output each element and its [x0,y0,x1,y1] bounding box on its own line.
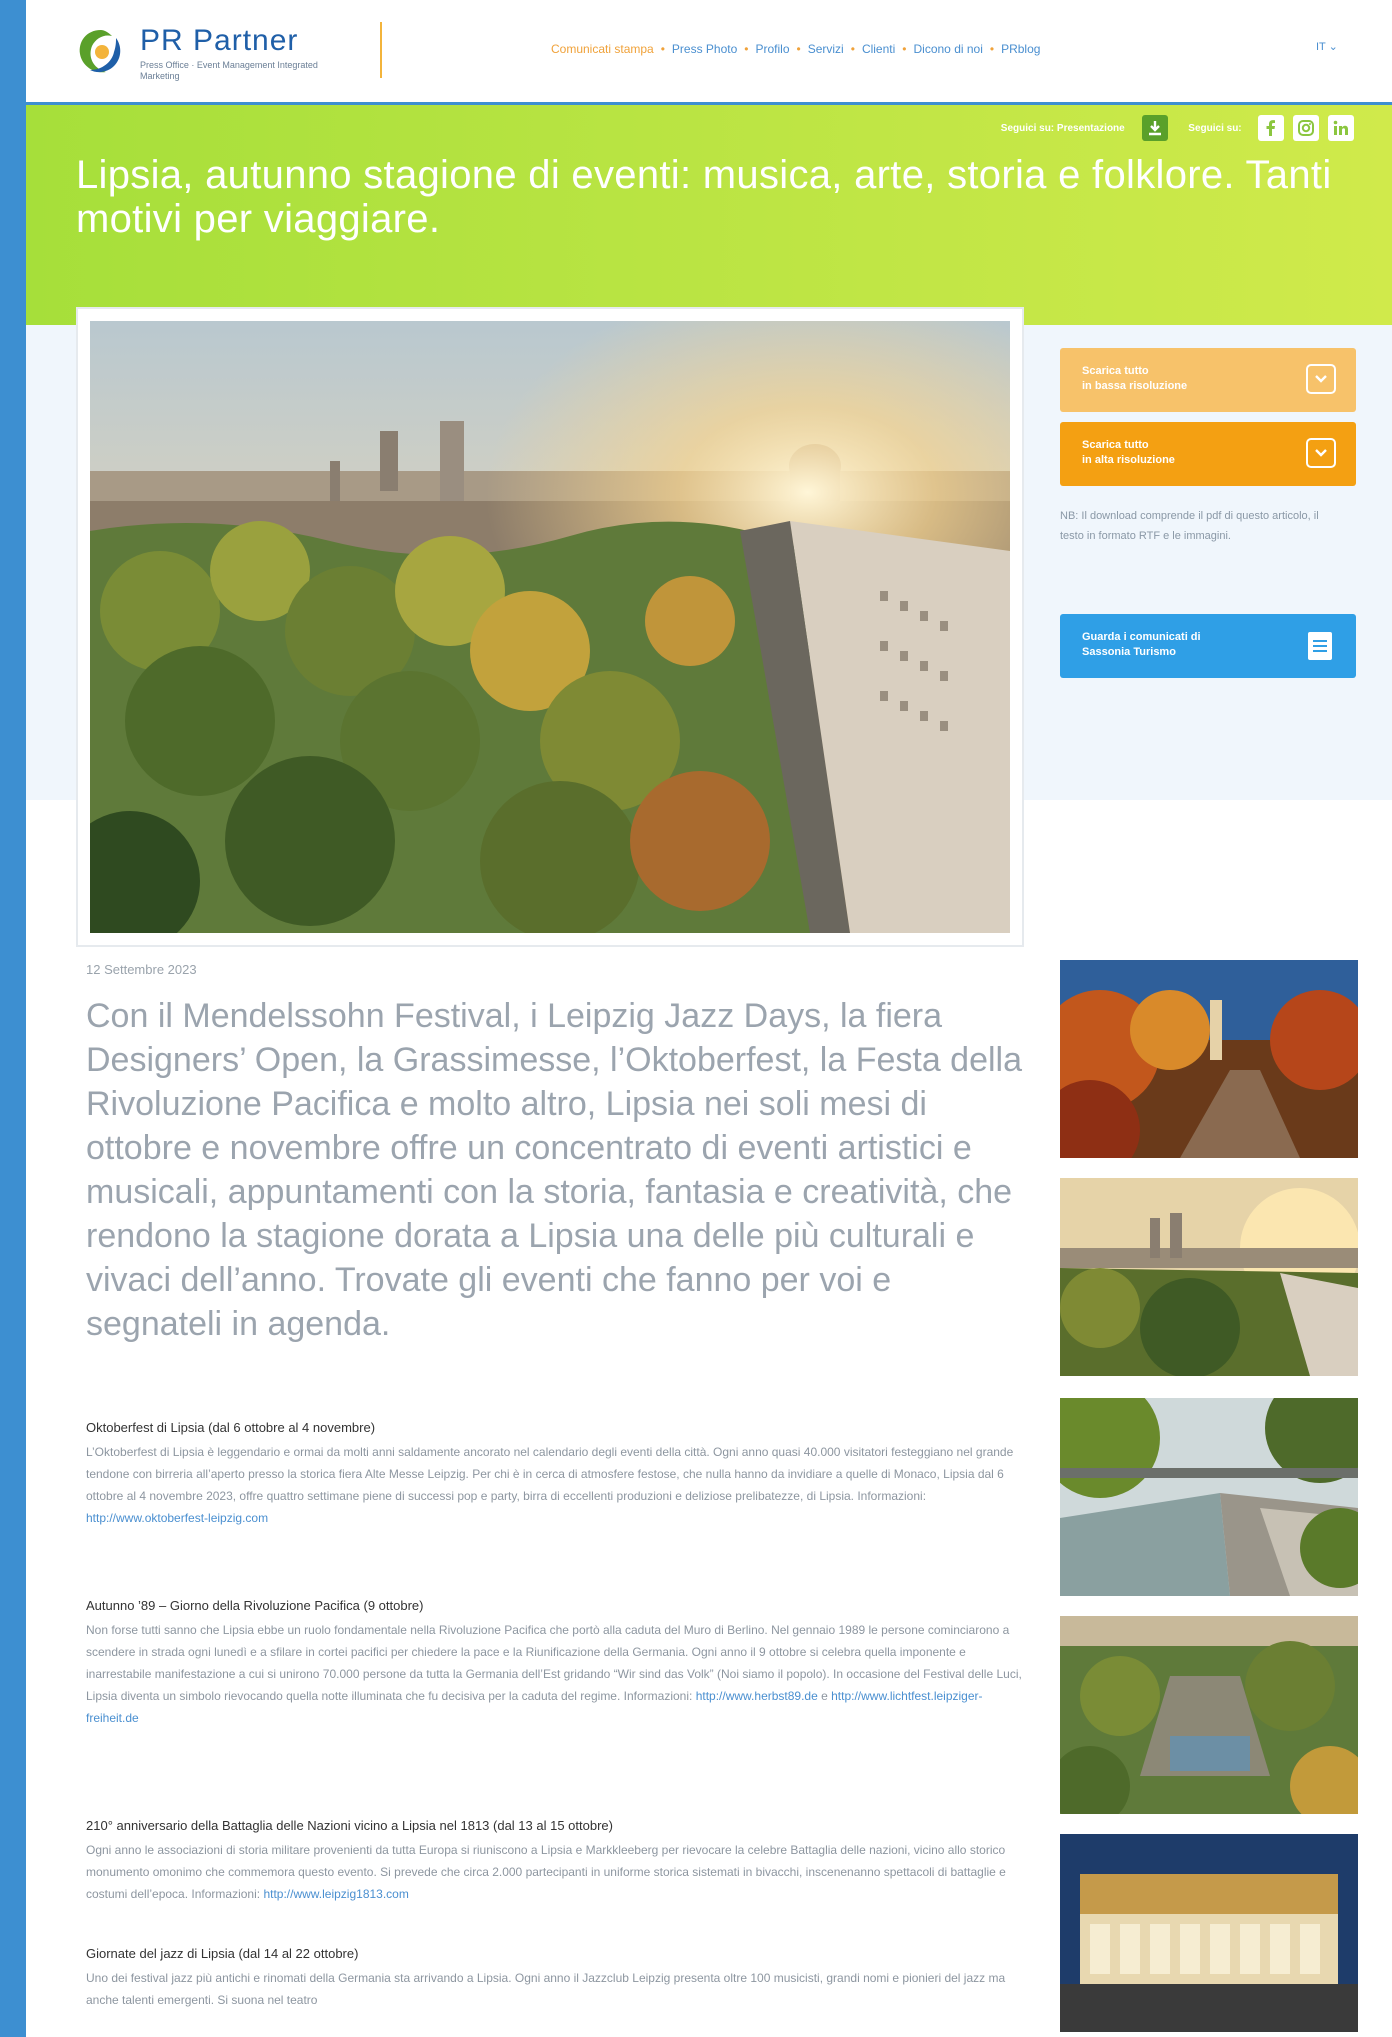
section-body: Non forse tutti sanno che Lipsia ebbe un… [86,1623,1022,1725]
nav-separator: • [660,42,665,56]
article-section: Autunno ’89 – Giorno della Rivoluzione P… [86,1598,1030,1729]
nav-item-clienti[interactable]: Clienti [862,42,895,56]
follow-bar: Seguici su: Presentazione Seguici su: [1001,115,1354,145]
facebook-icon[interactable] [1258,115,1285,141]
section-heading: Oktoberfest di Lipsia (dal 6 ottobre al … [86,1420,376,1435]
section-text: Ogni anno le associazioni di storia mili… [86,1843,1006,1901]
hero-band: Seguici su: Presentazione Seguici su: Li… [26,105,1392,325]
gallery-thumbnail[interactable] [1060,1398,1358,1596]
section-heading: Autunno ’89 – Giorno della Rivoluzione P… [86,1598,424,1613]
download-presentation-icon[interactable] [1141,115,1168,141]
nav-separator: • [902,42,907,56]
document-icon [1308,632,1332,660]
logo[interactable]: PR Partner Press Office · Event Manageme… [76,24,416,84]
download-icon [1306,438,1336,468]
download-icon [1306,364,1336,394]
brand-name: PR Partner [140,24,299,57]
nav-separator: • [850,42,855,56]
section-text: L’Oktoberfest di Lipsia è leggendario e … [86,1445,1014,1503]
follow-presentation-label: Seguici su: Presentazione [1000,122,1125,134]
article-section: Giornate del jazz di Lipsia (dal 14 al 2… [86,1946,1030,2011]
section-heading: 210° anniversario della Battaglia delle … [86,1818,613,1833]
nav-item-servizi[interactable]: Servizi [808,42,844,56]
logo-divider [380,22,382,78]
section-body: Uno dei festival jazz più antichi e rino… [86,1967,1030,2011]
chevron-down-icon: ⌄ [1328,41,1338,53]
gallery-thumbnail[interactable] [1060,1616,1358,1814]
section-link[interactable]: http://www.oktoberfest-leipzig.com [86,1511,268,1525]
logo-mark-icon [79,30,121,73]
follow-social-label: Seguici su: [1188,122,1242,134]
hero-image[interactable] [90,321,1010,933]
language-selector[interactable]: IT ⌄ [1316,40,1338,53]
download-note: NB: Il download comprende il pdf di ques… [1060,510,1319,542]
section-body: L’Oktoberfest di Lipsia è leggendario e … [86,1441,1030,1529]
download-low-res-button[interactable]: Scarica tutto in bassa risoluzione [1060,348,1356,412]
view-releases-button[interactable]: Guarda i comunicati di Sassonia Turismo [1060,614,1356,678]
nav-item-dicono-di-noi[interactable]: Dicono di noi [914,42,983,56]
gallery-thumbnail[interactable] [1060,960,1358,1158]
section-body: Ogni anno le associazioni di storia mili… [86,1839,1030,1905]
brand-tagline: Press Office · Event Management Integrat… [140,60,318,81]
main-nav: Comunicati stampa • Press Photo • Profilo • Se… [551,42,1040,56]
gallery-thumbnail[interactable] [1060,1834,1358,2032]
article-date: 12 Settembre 2023 [86,962,197,977]
article-lead: Con il Mendelssohn Festival, i Leipzig J… [86,997,1023,1343]
section-heading: Giornate del jazz di Lipsia (dal 14 al 2… [86,1946,359,1961]
instagram-icon[interactable] [1293,115,1320,141]
nav-separator: • [796,42,801,56]
gallery-thumbnail[interactable] [1060,1178,1358,1376]
nav-separator: • [989,42,995,56]
nav-item-profilo[interactable]: Profilo [756,42,790,56]
page-title: Lipsia, autunno stagione di eventi: musi… [76,153,1332,241]
article-section: 210° anniversario della Battaglia delle … [86,1818,1030,1905]
page: PR Partner Press Office · Event Manageme… [26,0,1392,2037]
linkedin-icon[interactable] [1328,115,1354,141]
nav-separator: • [744,42,749,56]
section-text: Uno dei festival jazz più antichi e rino… [86,1971,1006,2007]
nav-item-comunicati[interactable]: Comunicati stampa [551,42,654,56]
nav-item-prblog[interactable]: PRblog [1001,42,1040,56]
download-high-res-button[interactable]: Scarica tutto in alta risoluzione [1060,422,1356,486]
article-section: Oktoberfest di Lipsia (dal 6 ottobre al … [86,1420,1030,1529]
language-label: IT [1316,41,1326,53]
section-link[interactable]: http://www.leipzig1813.com [263,1887,408,1901]
nav-item-press-photo[interactable]: Press Photo [672,42,737,56]
hero-image-frame [76,307,1024,947]
site-header: PR Partner Press Office · Event Manageme… [26,0,1392,105]
section-link[interactable]: http://www.herbst89.de [696,1689,818,1703]
